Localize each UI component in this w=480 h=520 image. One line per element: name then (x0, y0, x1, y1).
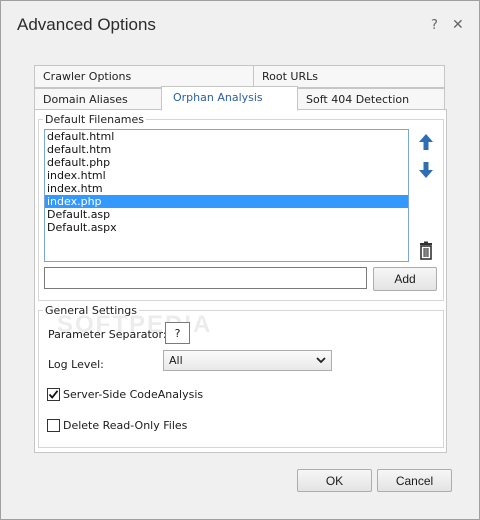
list-item[interactable]: default.html (45, 130, 408, 143)
add-button[interactable]: Add (373, 267, 437, 291)
delete-readonly-label[interactable]: Delete Read-Only Files (63, 419, 187, 432)
tab-label: Orphan Analysis (173, 91, 263, 104)
chevron-down-icon (316, 357, 326, 364)
delete-readonly-checkbox[interactable] (47, 419, 60, 432)
list-item[interactable]: index.html (45, 169, 408, 182)
arrow-up-icon (419, 134, 433, 150)
ok-button[interactable]: OK (297, 469, 372, 492)
tab-soft-404-detection[interactable]: Soft 404 Detection (297, 88, 445, 111)
param-separator-label: Parameter Separator: (48, 328, 167, 341)
param-separator-field[interactable]: ? (165, 322, 190, 344)
server-side-label[interactable]: Server-Side CodeAnalysis (63, 388, 203, 401)
move-down-button[interactable] (415, 159, 437, 181)
tab-label: Soft 404 Detection (306, 93, 410, 106)
tab-domain-aliases[interactable]: Domain Aliases (34, 88, 162, 111)
arrow-down-icon (419, 162, 433, 178)
checkmark-icon (48, 390, 59, 399)
tab-label: Crawler Options (43, 70, 132, 83)
list-item[interactable]: Default.asp (45, 208, 408, 221)
tab-crawler-options[interactable]: Crawler Options (34, 65, 254, 88)
log-level-label: Log Level: (48, 358, 104, 371)
list-item[interactable]: default.htm (45, 143, 408, 156)
trash-icon (420, 241, 432, 260)
delete-button[interactable] (415, 240, 437, 262)
new-filename-input[interactable] (44, 267, 367, 289)
server-side-checkbox[interactable] (47, 388, 60, 401)
list-item-selected[interactable]: index.php (45, 195, 408, 208)
tab-label: Domain Aliases (43, 93, 128, 106)
list-item[interactable]: default.php (45, 156, 408, 169)
list-item[interactable]: Default.aspx (45, 221, 408, 234)
move-up-button[interactable] (415, 131, 437, 153)
cancel-button[interactable]: Cancel (377, 469, 452, 492)
log-level-select[interactable]: All (163, 350, 332, 371)
list-item[interactable]: index.htm (45, 182, 408, 195)
tab-orphan-analysis[interactable]: Orphan Analysis (161, 86, 298, 111)
general-settings-legend: General Settings (43, 304, 139, 317)
tab-root-urls[interactable]: Root URLs (253, 65, 445, 88)
log-level-value: All (169, 354, 183, 367)
dialog-title: Advanced Options (17, 15, 156, 34)
filenames-listbox[interactable]: default.html default.htm default.php ind… (44, 129, 409, 262)
advanced-options-dialog: Advanced Options ? ✕ Crawler Options Roo… (0, 0, 480, 520)
help-icon[interactable]: ? (431, 18, 438, 33)
close-icon[interactable]: ✕ (452, 17, 464, 33)
default-filenames-legend: Default Filenames (43, 113, 147, 126)
tab-label: Root URLs (262, 70, 318, 83)
